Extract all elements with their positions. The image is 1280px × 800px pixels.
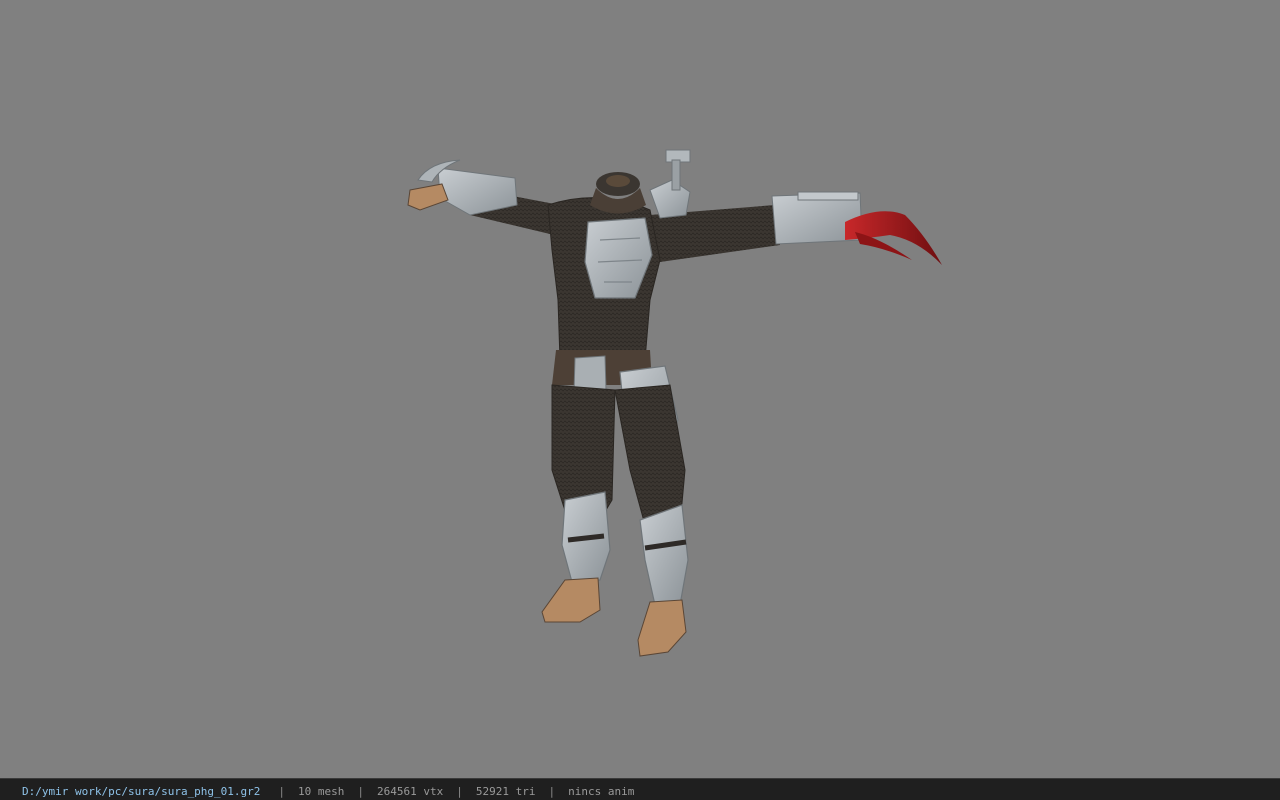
- separator: |: [357, 785, 365, 798]
- 3d-viewport[interactable]: [0, 0, 1280, 778]
- separator: |: [548, 785, 556, 798]
- anim-status: nincs anim: [568, 785, 635, 798]
- character-model: [407, 149, 942, 657]
- separator: |: [278, 785, 286, 798]
- vertex-count: 264561 vtx: [377, 785, 444, 798]
- legs: [551, 384, 689, 606]
- triangle-count: 52921 tri: [475, 785, 536, 798]
- status-bar: D:/ymir work/pc/sura/sura_phg_01.gr2 | 1…: [0, 778, 1280, 800]
- separator: |: [456, 785, 463, 798]
- mesh-count: 10 mesh: [298, 785, 345, 798]
- red-claws: [845, 211, 942, 265]
- file-path: D:/ymir work/pc/sura/sura_phg_01.gr2: [22, 785, 261, 798]
